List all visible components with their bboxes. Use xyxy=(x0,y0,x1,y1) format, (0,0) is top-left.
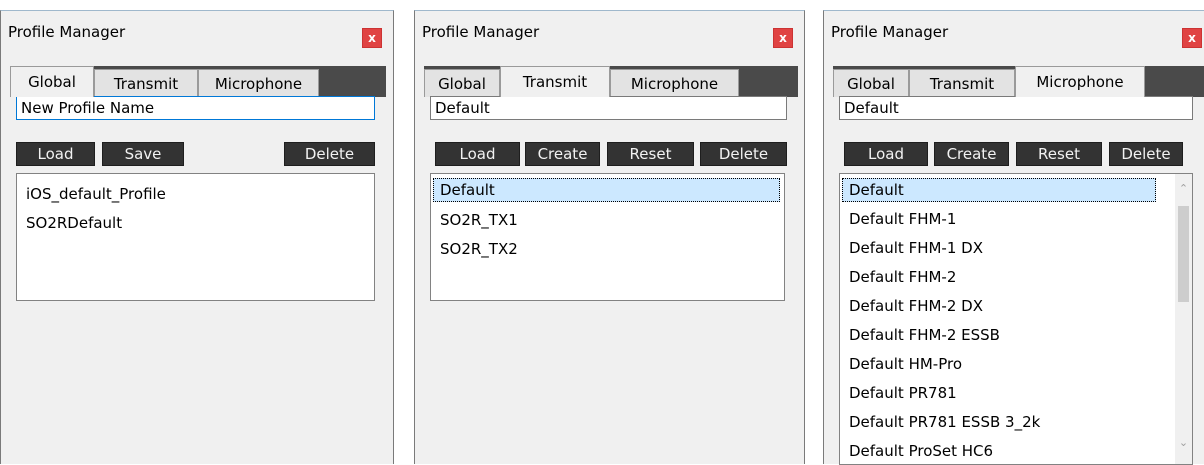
create-button[interactable]: Create xyxy=(525,142,600,166)
profile-manager-window-global: Profile Manager x Global Transmit Microp… xyxy=(0,10,394,464)
tab-microphone[interactable]: Microphone xyxy=(610,69,739,97)
reset-button[interactable]: Reset xyxy=(607,142,694,166)
tab-transmit[interactable]: Transmit xyxy=(94,69,198,97)
list-item-selected[interactable]: Default xyxy=(433,178,780,202)
profile-manager-window-microphone: Profile Manager x Global Transmit Microp… xyxy=(823,10,1204,465)
list-item[interactable]: Default FHM-2 DX xyxy=(849,294,983,318)
tab-microphone[interactable]: Microphone xyxy=(198,69,319,97)
profile-manager-window-transmit: Profile Manager x Global Transmit Microp… xyxy=(414,10,805,464)
reset-button[interactable]: Reset xyxy=(1016,142,1102,166)
list-item[interactable]: SO2R_TX1 xyxy=(440,208,518,232)
tab-microphone[interactable]: Microphone xyxy=(1015,66,1145,97)
tab-bar: Global Transmit Microphone xyxy=(833,66,1204,97)
close-button[interactable]: x xyxy=(362,28,382,48)
tab-global[interactable]: Global xyxy=(833,69,909,97)
list-item-selected[interactable]: Default xyxy=(842,178,1156,202)
list-item[interactable]: Default ProSet HC6 xyxy=(849,439,993,463)
list-item[interactable]: Default PR781 ESSB 3_2k xyxy=(849,410,1040,434)
delete-button[interactable]: Delete xyxy=(700,142,787,166)
window-title: Profile Manager xyxy=(422,23,540,41)
list-item[interactable]: Default FHM-1 DX xyxy=(849,236,983,260)
load-button[interactable]: Load xyxy=(435,142,520,166)
profile-name-input[interactable]: Default xyxy=(839,96,1193,120)
tab-transmit[interactable]: Transmit xyxy=(909,69,1015,97)
tab-bar: Global Transmit Microphone xyxy=(10,66,386,97)
tab-bar: Global Transmit Microphone xyxy=(424,66,798,97)
tab-global[interactable]: Global xyxy=(10,66,94,97)
window-title: Profile Manager xyxy=(8,23,126,41)
list-item[interactable]: Default FHM-2 xyxy=(849,265,956,289)
save-button[interactable]: Save xyxy=(102,142,184,166)
list-item[interactable]: SO2RDefault xyxy=(26,211,122,235)
create-button[interactable]: Create xyxy=(934,142,1009,166)
scrollbar-thumb[interactable] xyxy=(1178,206,1189,302)
profile-name-input[interactable]: New Profile Name xyxy=(16,96,375,120)
load-button[interactable]: Load xyxy=(16,142,95,166)
tab-global[interactable]: Global xyxy=(424,69,500,97)
list-item[interactable]: iOS_default_Profile xyxy=(26,182,166,206)
scroll-up-icon[interactable]: ⌃ xyxy=(1175,182,1192,195)
list-item[interactable]: SO2R_TX2 xyxy=(440,237,518,261)
delete-button[interactable]: Delete xyxy=(284,142,375,166)
close-button[interactable]: x xyxy=(1182,28,1202,48)
profile-name-input[interactable]: Default xyxy=(430,96,787,120)
window-title: Profile Manager xyxy=(831,23,949,41)
list-item[interactable]: Default HM-Pro xyxy=(849,352,962,376)
delete-button[interactable]: Delete xyxy=(1109,142,1183,166)
load-button[interactable]: Load xyxy=(844,142,928,166)
close-button[interactable]: x xyxy=(773,28,793,48)
list-item[interactable]: Default PR781 xyxy=(849,381,957,405)
profile-list[interactable]: iOS_default_Profile SO2RDefault xyxy=(16,173,375,301)
list-item[interactable]: Default FHM-1 xyxy=(849,207,956,231)
tab-transmit[interactable]: Transmit xyxy=(500,66,610,97)
scroll-down-icon[interactable]: ⌄ xyxy=(1175,436,1192,449)
vertical-scrollbar[interactable]: ⌃ ⌄ xyxy=(1175,174,1192,464)
profile-list[interactable]: Default Default FHM-1 Default FHM-1 DX D… xyxy=(839,173,1193,465)
list-item[interactable]: Default FHM-2 ESSB xyxy=(849,323,1000,347)
profile-list[interactable]: Default SO2R_TX1 SO2R_TX2 xyxy=(430,173,785,301)
